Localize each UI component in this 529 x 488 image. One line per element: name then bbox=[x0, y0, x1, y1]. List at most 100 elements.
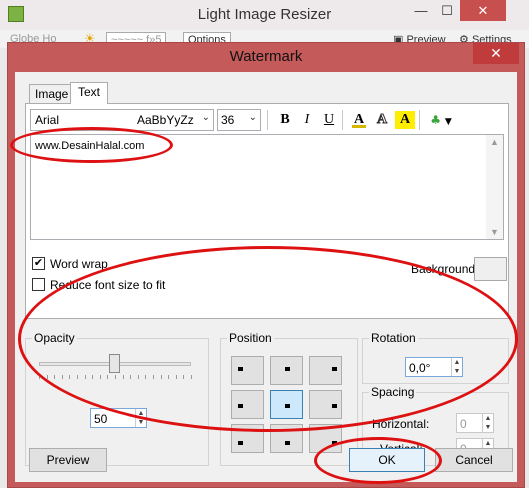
rotation-spin-buttons[interactable]: ▲ ▼ bbox=[451, 358, 462, 376]
parent-close-button[interactable]: ✕ bbox=[460, 0, 506, 21]
slider-tick bbox=[153, 375, 154, 379]
dialog-title: Watermark bbox=[229, 48, 303, 65]
position-button-bottom-right[interactable] bbox=[309, 424, 342, 453]
reduce-font-checkbox[interactable] bbox=[32, 278, 45, 291]
text-tab-panel: Arial AaBbYyZz ⌄ 36 ⌄ B I U A A A ♣ ▼ ww… bbox=[25, 103, 509, 319]
slider-tick bbox=[46, 375, 48, 379]
text-color-button[interactable]: A bbox=[349, 111, 369, 129]
spin-down-icon: ▼ bbox=[453, 368, 461, 375]
opacity-slider-thumb[interactable] bbox=[109, 354, 120, 373]
font-size-select[interactable]: 36 ⌄ bbox=[217, 109, 261, 131]
ok-button[interactable]: OK bbox=[349, 448, 425, 472]
horizontal-spacing-spinbox[interactable]: 0 ▲ ▼ bbox=[456, 413, 494, 433]
cancel-button[interactable]: Cancel bbox=[435, 448, 513, 472]
position-button-center[interactable] bbox=[270, 390, 303, 419]
word-wrap-checkbox[interactable]: ✔ bbox=[32, 257, 45, 270]
slider-tick bbox=[84, 375, 86, 379]
slider-tick bbox=[54, 375, 56, 379]
position-button-top-right[interactable] bbox=[309, 356, 342, 385]
slider-tick bbox=[69, 375, 71, 379]
anchor-dot-icon bbox=[332, 367, 337, 371]
anchor-dot-icon bbox=[238, 404, 243, 408]
word-wrap-label: Word wrap bbox=[50, 257, 108, 271]
watermark-text-editor[interactable]: www.DesainHalal.com ▲ ▼ bbox=[30, 134, 504, 240]
spin-up-icon: ▲ bbox=[484, 415, 492, 422]
slider-tick bbox=[77, 375, 78, 379]
background-color-swatch[interactable] bbox=[474, 257, 507, 281]
spin-down-icon: ▼ bbox=[137, 419, 145, 426]
rotation-group-label: Rotation bbox=[369, 331, 418, 345]
font-preview: AaBbYyZz bbox=[137, 113, 194, 127]
paint-icon: ♣ bbox=[430, 113, 441, 127]
text-highlight-button[interactable]: A bbox=[395, 111, 415, 129]
anchor-dot-icon bbox=[238, 441, 243, 445]
chevron-down-icon: ⌄ bbox=[248, 112, 257, 123]
anchor-dot-icon bbox=[332, 441, 337, 445]
font-family-select[interactable]: Arial AaBbYyZz ⌄ bbox=[30, 109, 214, 131]
chevron-down-icon: ⌄ bbox=[201, 112, 210, 123]
horizontal-spacing-value: 0 bbox=[460, 417, 467, 431]
tab-text[interactable]: Text bbox=[70, 82, 109, 104]
dialog-close-button[interactable]: ✕ bbox=[473, 43, 519, 64]
slider-tick bbox=[61, 375, 63, 379]
slider-tick bbox=[168, 375, 170, 379]
slider-tick bbox=[137, 375, 139, 379]
preview-button[interactable]: Preview bbox=[29, 448, 107, 472]
rotation-value: 0,0° bbox=[409, 361, 431, 375]
slider-tick bbox=[175, 375, 177, 379]
scroll-up-icon: ▲ bbox=[490, 137, 499, 147]
anchor-dot-icon bbox=[332, 404, 337, 408]
spin-up-icon: ▲ bbox=[453, 359, 461, 366]
position-button-top-left[interactable] bbox=[231, 356, 264, 385]
position-button-bottom-left[interactable] bbox=[231, 424, 264, 453]
spacing-group-label: Spacing bbox=[369, 385, 417, 399]
slider-tick bbox=[122, 375, 124, 379]
parent-titlebar: Light Image Resizer — ☐ ✕ bbox=[0, 0, 529, 30]
slider-tick bbox=[107, 375, 109, 379]
text-outline-button[interactable]: A bbox=[372, 111, 392, 129]
slider-tick bbox=[99, 375, 101, 379]
italic-button[interactable]: I bbox=[297, 111, 317, 129]
underline-button[interactable]: U bbox=[319, 111, 339, 129]
bold-button[interactable]: B bbox=[275, 111, 295, 129]
position-button-right[interactable] bbox=[309, 390, 342, 419]
position-button-left[interactable] bbox=[231, 390, 264, 419]
opacity-value: 50 bbox=[94, 412, 108, 426]
slider-tick bbox=[39, 375, 40, 379]
position-button-top[interactable] bbox=[270, 356, 303, 385]
anchor-dot-icon bbox=[285, 404, 290, 408]
anchor-dot-icon bbox=[285, 367, 290, 371]
editor-vertical-scrollbar[interactable]: ▲ ▼ bbox=[486, 135, 503, 239]
font-size-value: 36 bbox=[221, 113, 235, 127]
horizontal-spin-buttons[interactable]: ▲ ▼ bbox=[482, 414, 493, 432]
spin-down-icon: ▼ bbox=[484, 424, 492, 431]
slider-tick bbox=[183, 375, 185, 379]
opacity-spinbox[interactable]: 50 ▲ ▼ bbox=[90, 408, 147, 428]
tab-image[interactable]: Image bbox=[29, 84, 75, 103]
background-label: Background: bbox=[411, 262, 479, 276]
slider-tick bbox=[130, 375, 132, 379]
slider-tick bbox=[145, 375, 147, 379]
chevron-down-icon: ▼ bbox=[444, 117, 452, 127]
slider-tick bbox=[191, 375, 192, 379]
minimize-button[interactable]: — bbox=[408, 0, 434, 21]
spin-up-icon: ▲ bbox=[484, 440, 492, 447]
slider-tick bbox=[92, 375, 94, 379]
slider-tick bbox=[160, 375, 162, 379]
dialog-client-area: Image Text Arial AaBbYyZz ⌄ 36 ⌄ B I U A… bbox=[15, 72, 517, 482]
toolbar-separator bbox=[419, 110, 420, 130]
font-name: Arial bbox=[35, 113, 60, 127]
opacity-group-label: Opacity bbox=[32, 331, 77, 345]
effects-dropdown-button[interactable]: ♣ ▼ bbox=[426, 111, 456, 129]
toolbar-separator bbox=[267, 110, 268, 130]
anchor-dot-icon bbox=[285, 441, 290, 445]
opacity-spin-buttons[interactable]: ▲ ▼ bbox=[135, 409, 146, 427]
maximize-button[interactable]: ☐ bbox=[434, 0, 460, 21]
scroll-down-icon: ▼ bbox=[490, 227, 499, 237]
reduce-font-label: Reduce font size to fit bbox=[50, 278, 166, 292]
spin-up-icon: ▲ bbox=[137, 410, 145, 417]
position-button-bottom[interactable] bbox=[270, 424, 303, 453]
rotation-spinbox[interactable]: 0,0° ▲ ▼ bbox=[405, 357, 463, 377]
text-color-swatch bbox=[352, 125, 366, 128]
slider-tick bbox=[115, 375, 116, 379]
